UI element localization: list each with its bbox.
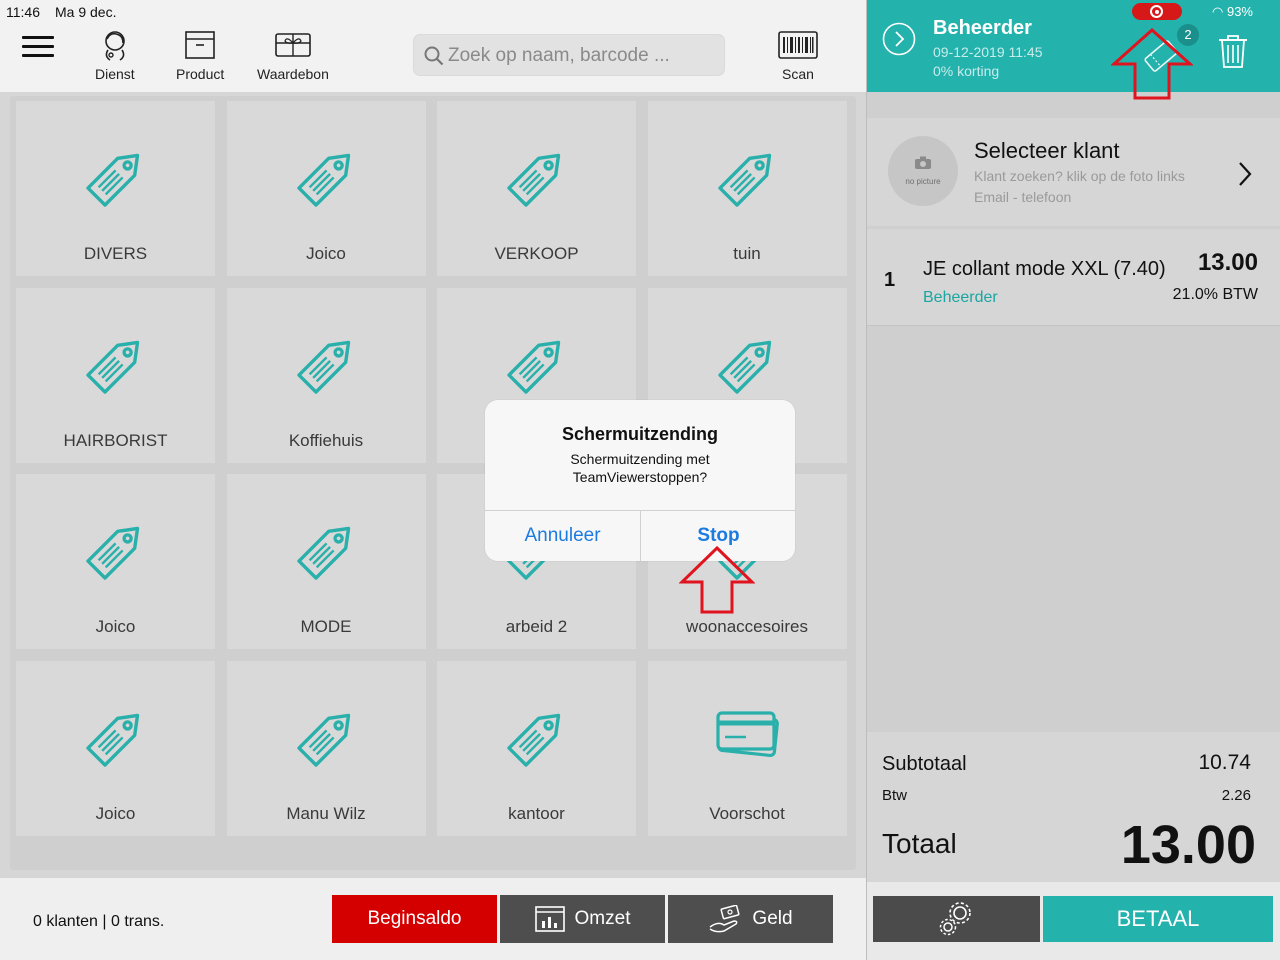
order-pane: Beheerder 09-12-2019 11:45 0% korting ◠ … <box>866 0 1280 960</box>
vat-label: Btw <box>882 787 908 804</box>
order-footer: BETAAL <box>867 882 1280 960</box>
ticket-icon[interactable] <box>1141 36 1181 76</box>
camera-icon <box>915 156 931 169</box>
record-icon <box>1150 5 1163 18</box>
subtotal-label: Subtotaal <box>882 753 967 775</box>
chevron-circle-icon[interactable] <box>882 22 916 56</box>
customer-hint: Klant zoeken? klik op de foto links <box>974 168 1185 184</box>
customer-photo[interactable]: no picture <box>888 136 958 206</box>
screencast-dialog: Schermuitzending Schermuitzending met Te… <box>485 400 795 561</box>
line-quantity: 1 <box>884 269 896 291</box>
gears-icon <box>939 902 971 936</box>
order-line[interactable]: 1 JE collant mode XXL (7.40) Beheerder 1… <box>867 229 1280 326</box>
session-datetime: 09-12-2019 11:45 <box>933 44 1043 60</box>
chevron-right-icon <box>1239 162 1252 186</box>
subtotal-value: 10.74 <box>1198 751 1251 774</box>
settings-button[interactable] <box>873 896 1040 942</box>
totals-panel: Subtotaal 10.74 Btw 2.26 Totaal 13.00 <box>867 732 1280 882</box>
no-picture-label: no picture <box>905 177 941 186</box>
pay-button[interactable]: BETAAL <box>1043 896 1273 942</box>
current-user: Beheerder <box>933 17 1032 39</box>
line-product-name: JE collant mode XXL (7.40) <box>923 258 1166 280</box>
total-label: Totaal <box>882 828 957 859</box>
battery-percentage: 93% <box>1226 4 1253 19</box>
dialog-message: Schermuitzending met TeamViewerstoppen? <box>570 451 710 485</box>
ticket-count-badge: 2 <box>1177 24 1199 46</box>
battery-status: ◠ 93% <box>1212 4 1253 20</box>
select-customer[interactable]: no picture Selecteer klant Klant zoeken?… <box>867 118 1280 226</box>
order-header: Beheerder 09-12-2019 11:45 0% korting ◠ … <box>867 0 1280 92</box>
recording-indicator[interactable] <box>1132 3 1182 20</box>
dialog-title: Schermuitzending <box>561 424 718 444</box>
trash-icon[interactable] <box>1217 33 1249 69</box>
total-value: 13.00 <box>1120 815 1256 875</box>
line-seller[interactable]: Beheerder <box>923 289 998 307</box>
customer-contact: Email - telefoon <box>974 189 1072 205</box>
vat-value: 2.26 <box>1221 787 1251 804</box>
dialog-overlay: Schermuitzending Schermuitzending met Te… <box>0 0 866 960</box>
line-vat: 21.0% BTW <box>1172 286 1258 303</box>
customer-title: Selecteer klant <box>974 138 1120 163</box>
wifi-icon: ◠ <box>1212 4 1224 19</box>
cancel-button[interactable]: Annuleer <box>485 511 640 561</box>
line-price: 13.00 <box>1197 249 1258 276</box>
session-discount: 0% korting <box>933 63 1000 79</box>
stop-button[interactable]: Stop <box>641 511 795 561</box>
